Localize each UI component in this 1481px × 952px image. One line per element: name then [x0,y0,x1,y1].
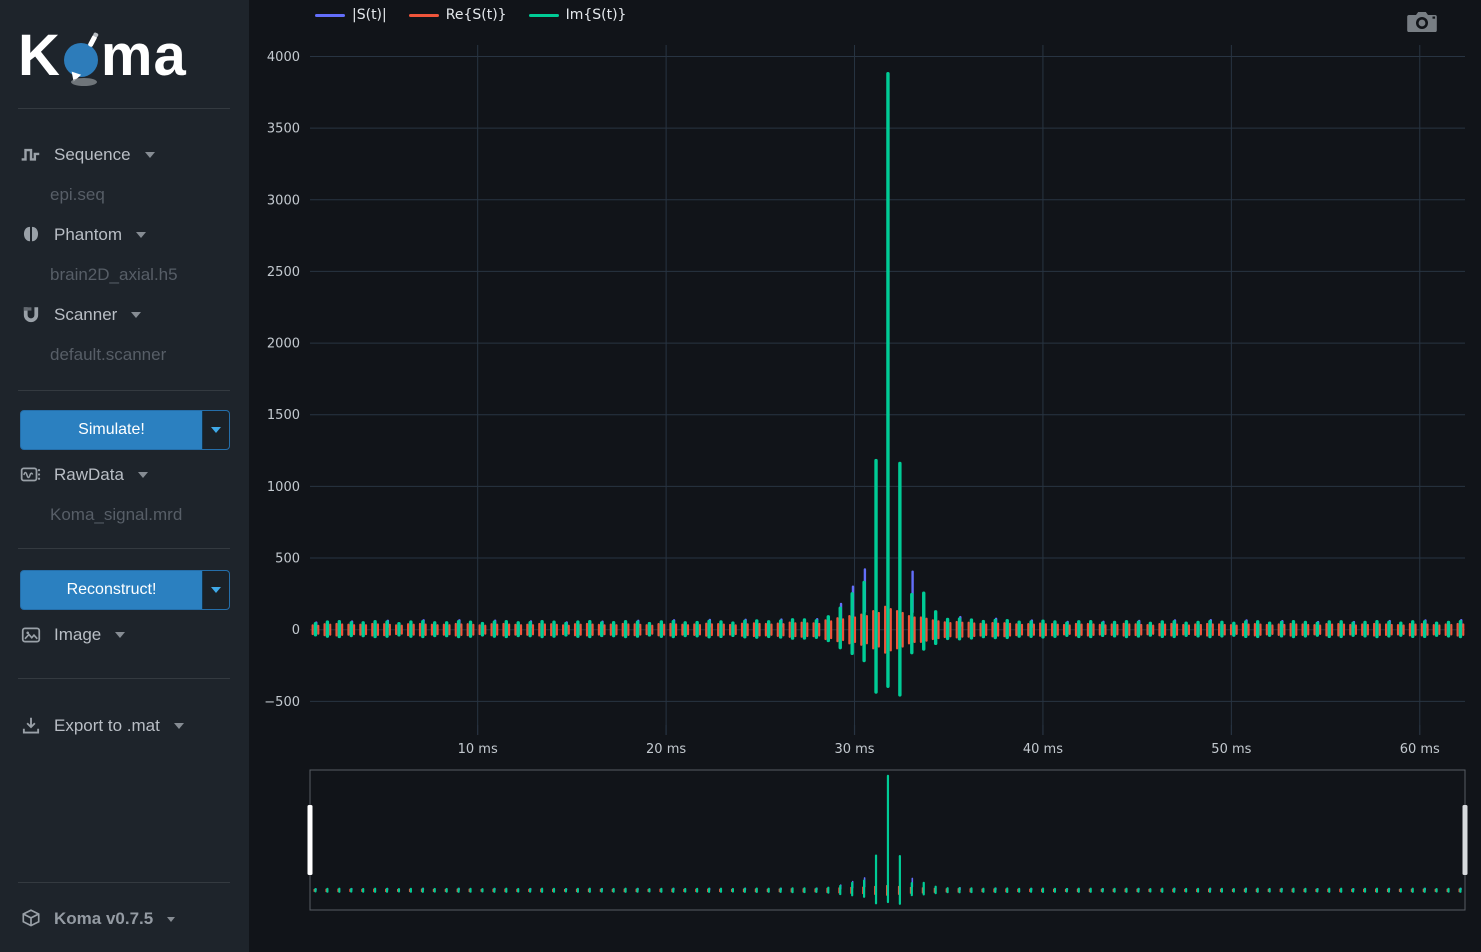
chevron-down-icon [211,427,221,433]
svg-text:1500: 1500 [267,408,300,423]
sidebar-item-label: Image [54,625,101,645]
oscilloscope-icon [20,464,42,486]
svg-text:3500: 3500 [267,122,300,137]
sidebar-item-label: RawData [54,465,124,485]
magnet-icon [20,304,42,326]
sidebar-item-label: Export to .mat [54,716,160,736]
reconstruct-button-label: Reconstruct! [67,581,157,599]
svg-text:−500: −500 [264,695,300,710]
svg-text:4000: 4000 [267,50,300,65]
package-icon [20,908,42,930]
svg-text:3000: 3000 [267,193,300,208]
chevron-down-icon [115,632,125,638]
svg-text:20 ms: 20 ms [646,742,686,757]
sidebar-item-phantom[interactable]: Phantom [20,221,146,249]
sidebar-file-phantom[interactable]: brain2D_axial.h5 [50,261,178,289]
version-label: Koma v0.7.5 [54,909,153,929]
divider [18,678,230,679]
chevron-down-icon [131,312,141,318]
sidebar-item-label: Sequence [54,145,131,165]
divider [18,390,230,391]
logo-letters-ma: ma [101,22,187,89]
svg-text:30 ms: 30 ms [834,742,874,757]
brain-icon [20,224,42,246]
file-label: brain2D_axial.h5 [50,265,178,285]
reconstruct-button-group: Reconstruct! [20,570,230,610]
sidebar-item-scanner[interactable]: Scanner [20,301,141,329]
sidebar-file-rawdata[interactable]: Koma_signal.mrd [50,501,182,529]
signal-plot[interactable]: 4000 3500 3000 2500 2000 1500 1000 500 0 −500 10 m… [249,0,1481,952]
reconstruct-dropdown-toggle[interactable] [202,571,229,609]
reconstruct-button[interactable]: Reconstruct! [21,571,202,609]
chevron-down-icon [211,587,221,593]
globe-pin [87,35,97,48]
logo-letter-k: K [18,22,61,89]
chevron-down-icon [145,152,155,158]
simulate-button-label: Simulate! [78,421,145,439]
simulate-dropdown-toggle[interactable] [202,411,229,449]
svg-text:1000: 1000 [267,480,300,495]
globe-shadow [71,78,97,86]
divider [18,548,230,549]
file-label: epi.seq [50,185,105,205]
sidebar-item-image[interactable]: Image [20,621,125,649]
simulate-button[interactable]: Simulate! [21,411,202,449]
svg-text:40 ms: 40 ms [1023,742,1063,757]
chevron-down-icon [174,723,184,729]
sidebar-file-scanner[interactable]: default.scanner [50,341,166,369]
pulse-icon [20,144,42,166]
divider [18,882,230,883]
rangeslider-handle-left[interactable] [308,805,313,875]
rangeslider-handle-right[interactable] [1463,805,1468,875]
globe-icon [64,43,98,77]
chart-panel: |S(t)|Re{S(t)}Im{S(t)} 40003500300025002… [249,0,1481,952]
svg-text:2000: 2000 [267,337,300,352]
file-label: Koma_signal.mrd [50,505,182,525]
chevron-down-icon [136,232,146,238]
chevron-down-icon [138,472,148,478]
divider [18,108,230,109]
sidebar-file-sequence[interactable]: epi.seq [50,181,105,209]
sidebar: K ma Sequence epi.seq Phantom brain2D_ax… [0,0,249,952]
svg-text:500: 500 [275,552,300,567]
svg-text:0: 0 [292,623,300,638]
image-icon [20,624,42,646]
download-icon [20,715,42,737]
simulate-button-group: Simulate! [20,410,230,450]
sidebar-item-rawdata[interactable]: RawData [20,461,148,489]
sidebar-item-version[interactable]: Koma v0.7.5 [20,905,175,933]
sidebar-item-label: Phantom [54,225,122,245]
svg-text:2500: 2500 [267,265,300,280]
svg-text:10 ms: 10 ms [458,742,498,757]
sidebar-item-label: Scanner [54,305,117,325]
sidebar-item-sequence[interactable]: Sequence [20,141,155,169]
app-logo: K ma [18,10,187,100]
chevron-down-icon [167,917,175,922]
svg-text:50 ms: 50 ms [1211,742,1251,757]
file-label: default.scanner [50,345,166,365]
sidebar-item-export[interactable]: Export to .mat [20,712,184,740]
svg-text:60 ms: 60 ms [1400,742,1440,757]
